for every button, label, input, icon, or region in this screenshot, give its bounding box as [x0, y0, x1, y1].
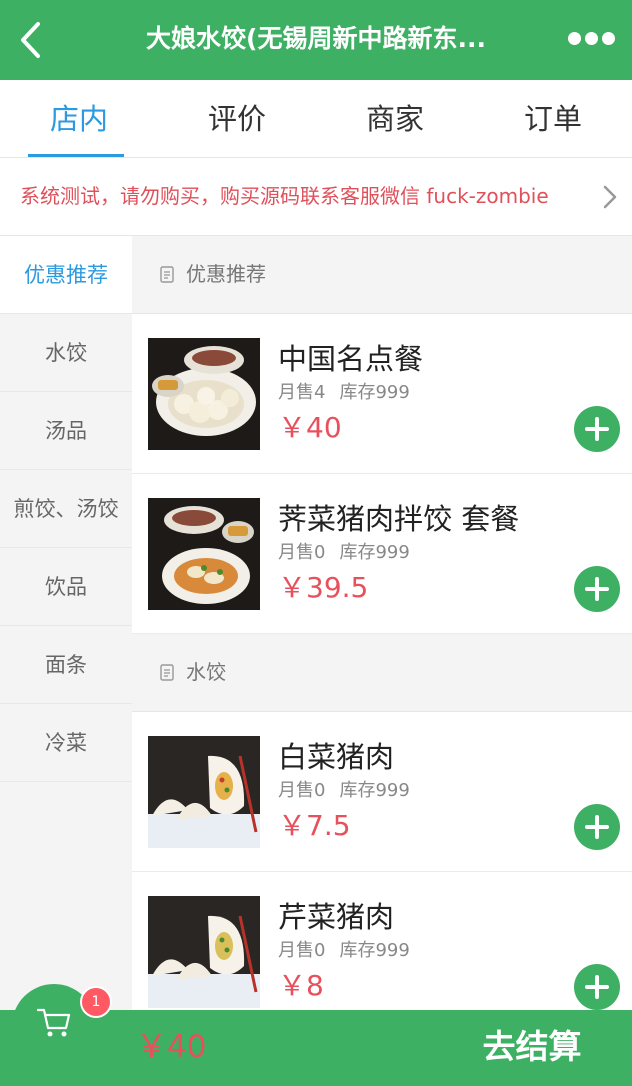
page-title: 大娘水饺(无锡周新中路新东... [146, 24, 486, 53]
product-image [148, 338, 260, 450]
product-name: 芹菜猪肉 [278, 900, 395, 934]
add-to-cart-button[interactable] [574, 964, 620, 1010]
tab-in-store[interactable]: 店内 [0, 80, 158, 158]
product-meta: 月售0 库存999 [278, 538, 410, 564]
product-item[interactable]: 芹菜猪肉 月售0 库存999 ￥8 [132, 872, 632, 1012]
tab-orders[interactable]: 订单 [474, 80, 632, 158]
product-meta: 月售0 库存999 [278, 776, 410, 802]
product-price: ￥40 [278, 411, 342, 444]
sidebar-item-dumplings[interactable]: 水饺 [0, 314, 132, 392]
product-meta: 月售4 库存999 [278, 378, 410, 404]
section-header: 优惠推荐 [132, 236, 632, 314]
add-to-cart-button[interactable] [574, 566, 620, 612]
notice-text: 系统测试，请勿购买，购买源码联系客服微信 fuck-zombie [20, 184, 549, 208]
tab-bar: 店内 评价 商家 订单 [0, 80, 632, 158]
section-header: 水饺 [132, 634, 632, 712]
monthly-sales: 月售0 [278, 542, 326, 563]
add-to-cart-button[interactable] [574, 804, 620, 850]
sidebar-item-noodles[interactable]: 面条 [0, 626, 132, 704]
active-tab-indicator [28, 154, 124, 157]
stock-count: 库存999 [339, 780, 410, 801]
chevron-right-icon [602, 184, 618, 210]
add-to-cart-button[interactable] [574, 406, 620, 452]
checkout-button[interactable]: 去结算 [432, 1010, 632, 1086]
title-bar: 大娘水饺(无锡周新中路新东... [0, 0, 632, 80]
product-meta: 月售0 库存999 [278, 936, 410, 962]
back-arrow-icon[interactable] [14, 18, 54, 62]
product-image [148, 498, 260, 610]
tab-reviews[interactable]: 评价 [158, 80, 316, 158]
product-price: ￥8 [278, 969, 324, 1002]
product-item[interactable]: 中国名点餐 月售4 库存999 ￥40 [132, 314, 632, 474]
tab-merchant[interactable]: 商家 [316, 80, 474, 158]
stock-count: 库存999 [339, 382, 410, 403]
list-icon [160, 664, 174, 681]
product-name: 中国名点餐 [278, 342, 424, 376]
cart-count-badge: 1 [80, 986, 112, 1018]
sidebar-item-drinks[interactable]: 饮品 [0, 548, 132, 626]
section-title: 优惠推荐 [186, 262, 266, 286]
monthly-sales: 月售0 [278, 940, 326, 961]
sidebar-item-soups[interactable]: 汤品 [0, 392, 132, 470]
stock-count: 库存999 [339, 940, 410, 961]
more-dots-icon[interactable] [566, 24, 618, 54]
product-list: 优惠推荐 中国名点餐 月售4 库存999 ￥40 荠菜猪肉拌饺 套餐 月售0 库… [132, 236, 632, 1012]
cart-total: ￥40 [136, 1029, 207, 1065]
product-price: ￥7.5 [278, 809, 351, 842]
product-name: 荠菜猪肉拌饺 套餐 [278, 502, 520, 536]
product-image [148, 736, 260, 848]
stock-count: 库存999 [339, 542, 410, 563]
product-name: 白菜猪肉 [278, 740, 395, 774]
sidebar-item-cold-dishes[interactable]: 冷菜 [0, 704, 132, 782]
list-icon [160, 266, 174, 283]
section-title: 水饺 [186, 660, 226, 684]
monthly-sales: 月售4 [278, 382, 326, 403]
shopping-cart-icon[interactable] [36, 1006, 72, 1040]
notice-bar[interactable]: 系统测试，请勿购买，购买源码联系客服微信 fuck-zombie [0, 158, 632, 236]
category-sidebar: 优惠推荐 水饺 汤品 煎饺、汤饺 饮品 面条 冷菜 [0, 236, 132, 1012]
product-image [148, 896, 260, 1008]
sidebar-item-fried-dumplings[interactable]: 煎饺、汤饺 [0, 470, 132, 548]
product-item[interactable]: 白菜猪肉 月售0 库存999 ￥7.5 [132, 712, 632, 872]
product-item[interactable]: 荠菜猪肉拌饺 套餐 月售0 库存999 ￥39.5 [132, 474, 632, 634]
sidebar-item-recommended[interactable]: 优惠推荐 [0, 236, 132, 314]
product-price: ￥39.5 [278, 571, 369, 604]
monthly-sales: 月售0 [278, 780, 326, 801]
